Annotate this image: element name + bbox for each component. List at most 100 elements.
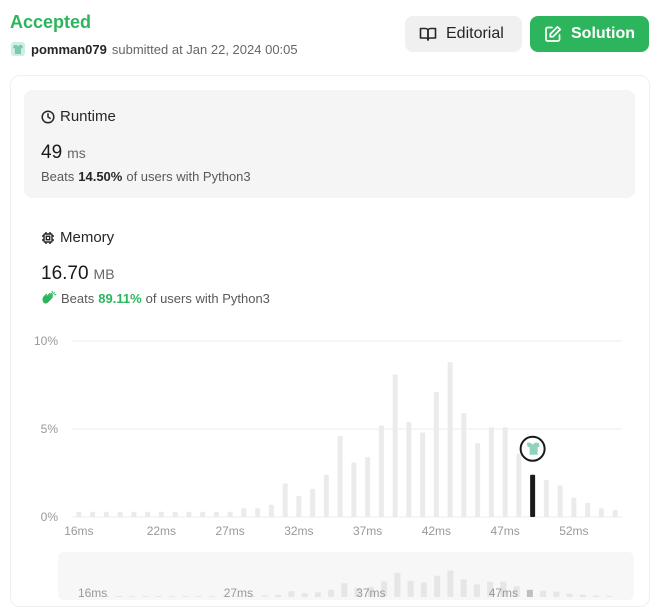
overview-bar — [261, 595, 268, 597]
submission-info: pomman079 submitted at Jan 22, 2024 00:0… — [10, 41, 298, 57]
runtime-unit: ms — [67, 145, 86, 161]
x-tick-label: 42ms — [422, 524, 451, 538]
overview-bar — [460, 579, 467, 597]
editorial-button[interactable]: Editorial — [405, 16, 522, 52]
username-link[interactable]: pomman079 — [31, 42, 107, 57]
histogram-bar[interactable] — [475, 443, 481, 517]
clap-hands-icon — [42, 290, 57, 304]
histogram-bar[interactable] — [557, 485, 563, 517]
histogram-bar[interactable] — [117, 511, 123, 517]
runtime-beats-label: Beats — [41, 169, 75, 184]
y-tick-label: 10% — [34, 334, 58, 348]
histogram-bar[interactable] — [268, 504, 274, 517]
histogram-bar[interactable] — [323, 474, 329, 517]
overview-bar — [540, 590, 547, 597]
histogram-bar[interactable] — [310, 488, 316, 517]
histogram-bar[interactable] — [241, 508, 247, 517]
overview-bar — [447, 570, 454, 597]
histogram-bar[interactable] — [392, 374, 398, 517]
editorial-label: Editorial — [446, 25, 504, 42]
overview-bar — [314, 592, 321, 597]
selected-bar-marker — [519, 435, 546, 462]
histogram-bar[interactable] — [461, 413, 467, 517]
overview-bar — [195, 596, 202, 597]
memory-beats-suffix: of users with Python3 — [145, 290, 270, 306]
histogram-bar[interactable] — [585, 502, 591, 517]
overview-bar — [606, 595, 613, 597]
memory-title: Memory — [41, 229, 114, 246]
submission-status: Accepted — [10, 12, 92, 32]
histogram-bar[interactable] — [90, 511, 96, 517]
histogram-bar[interactable] — [158, 511, 164, 517]
runtime-beats-suffix: of users with Python3 — [126, 169, 251, 184]
overview-bar — [341, 583, 348, 597]
user-avatar-icon[interactable] — [10, 41, 26, 57]
histogram-bar[interactable] — [213, 511, 219, 517]
memory-number: 16.70 — [41, 263, 89, 284]
histogram-bar[interactable] — [543, 480, 549, 517]
overview-bar — [434, 575, 441, 597]
histogram-bar[interactable] — [145, 511, 151, 517]
histogram-bar[interactable] — [571, 497, 577, 517]
histogram-bar[interactable] — [255, 508, 261, 517]
runtime-title-label: Runtime — [60, 108, 116, 125]
x-tick-label: 47ms — [490, 524, 519, 538]
histogram-bar[interactable] — [488, 427, 494, 517]
histogram-bar[interactable] — [365, 457, 371, 517]
selected-bar[interactable] — [530, 474, 536, 517]
histogram-bar[interactable] — [612, 509, 618, 517]
overview-bar — [169, 596, 176, 597]
histogram-bar[interactable] — [502, 427, 508, 517]
histogram-bar[interactable] — [103, 511, 109, 517]
histogram-bar[interactable] — [351, 462, 357, 517]
memory-unit: MB — [93, 266, 115, 282]
histogram-bar[interactable] — [433, 392, 439, 517]
histogram-bar[interactable] — [406, 421, 412, 517]
y-tick-label: 5% — [41, 422, 59, 436]
overview-bar — [420, 582, 427, 597]
runtime-title: Runtime — [41, 108, 116, 125]
overview-bar — [129, 596, 136, 597]
overview-bar — [394, 572, 401, 597]
overview-bar — [553, 591, 560, 597]
histogram-bar[interactable] — [447, 362, 453, 517]
overview-x-tick-label: 27ms — [224, 586, 253, 600]
x-tick-label: 52ms — [559, 524, 588, 538]
solution-label: Solution — [571, 25, 635, 42]
runtime-number: 49 — [41, 142, 63, 163]
overview-bar — [116, 596, 123, 597]
x-tick-label: 32ms — [284, 524, 313, 538]
book-icon — [419, 27, 437, 41]
histogram-bar[interactable] — [516, 453, 522, 517]
histogram-bar[interactable] — [186, 511, 192, 517]
edit-icon — [545, 25, 562, 42]
memory-beats-label: Beats — [61, 290, 95, 306]
histogram-bar[interactable] — [420, 432, 426, 517]
histogram-bar[interactable] — [200, 511, 206, 517]
memory-value: 16.70 MB — [41, 263, 115, 285]
solution-button[interactable]: Solution — [530, 16, 649, 52]
x-tick-label: 27ms — [215, 524, 244, 538]
histogram-bar[interactable] — [76, 511, 82, 517]
x-tick-label: 16ms — [64, 524, 93, 538]
histogram-bar[interactable] — [337, 436, 343, 517]
histogram-bar[interactable] — [131, 511, 137, 517]
overview-x-tick-label: 37ms — [356, 586, 385, 600]
overview-bar — [593, 595, 600, 597]
histogram-bar[interactable] — [378, 425, 384, 517]
histogram-bar[interactable] — [227, 511, 233, 517]
overview-bar — [526, 589, 533, 597]
histogram-bar[interactable] — [296, 495, 302, 517]
submitted-timestamp: submitted at Jan 22, 2024 00:05 — [111, 41, 298, 57]
memory-beats: Beats 89.11% of users with Python3 — [41, 290, 270, 306]
histogram-bar[interactable] — [282, 483, 288, 517]
overview-bar — [155, 596, 162, 597]
overview-bar — [566, 593, 573, 597]
histogram-bar[interactable] — [598, 508, 604, 517]
overview-bar — [473, 584, 480, 597]
histogram-bar[interactable] — [172, 511, 178, 517]
overview-x-tick-label: 47ms — [489, 586, 518, 600]
x-tick-label: 22ms — [147, 524, 176, 538]
runtime-value: 49 ms — [41, 142, 86, 164]
overview-bar — [142, 596, 149, 597]
